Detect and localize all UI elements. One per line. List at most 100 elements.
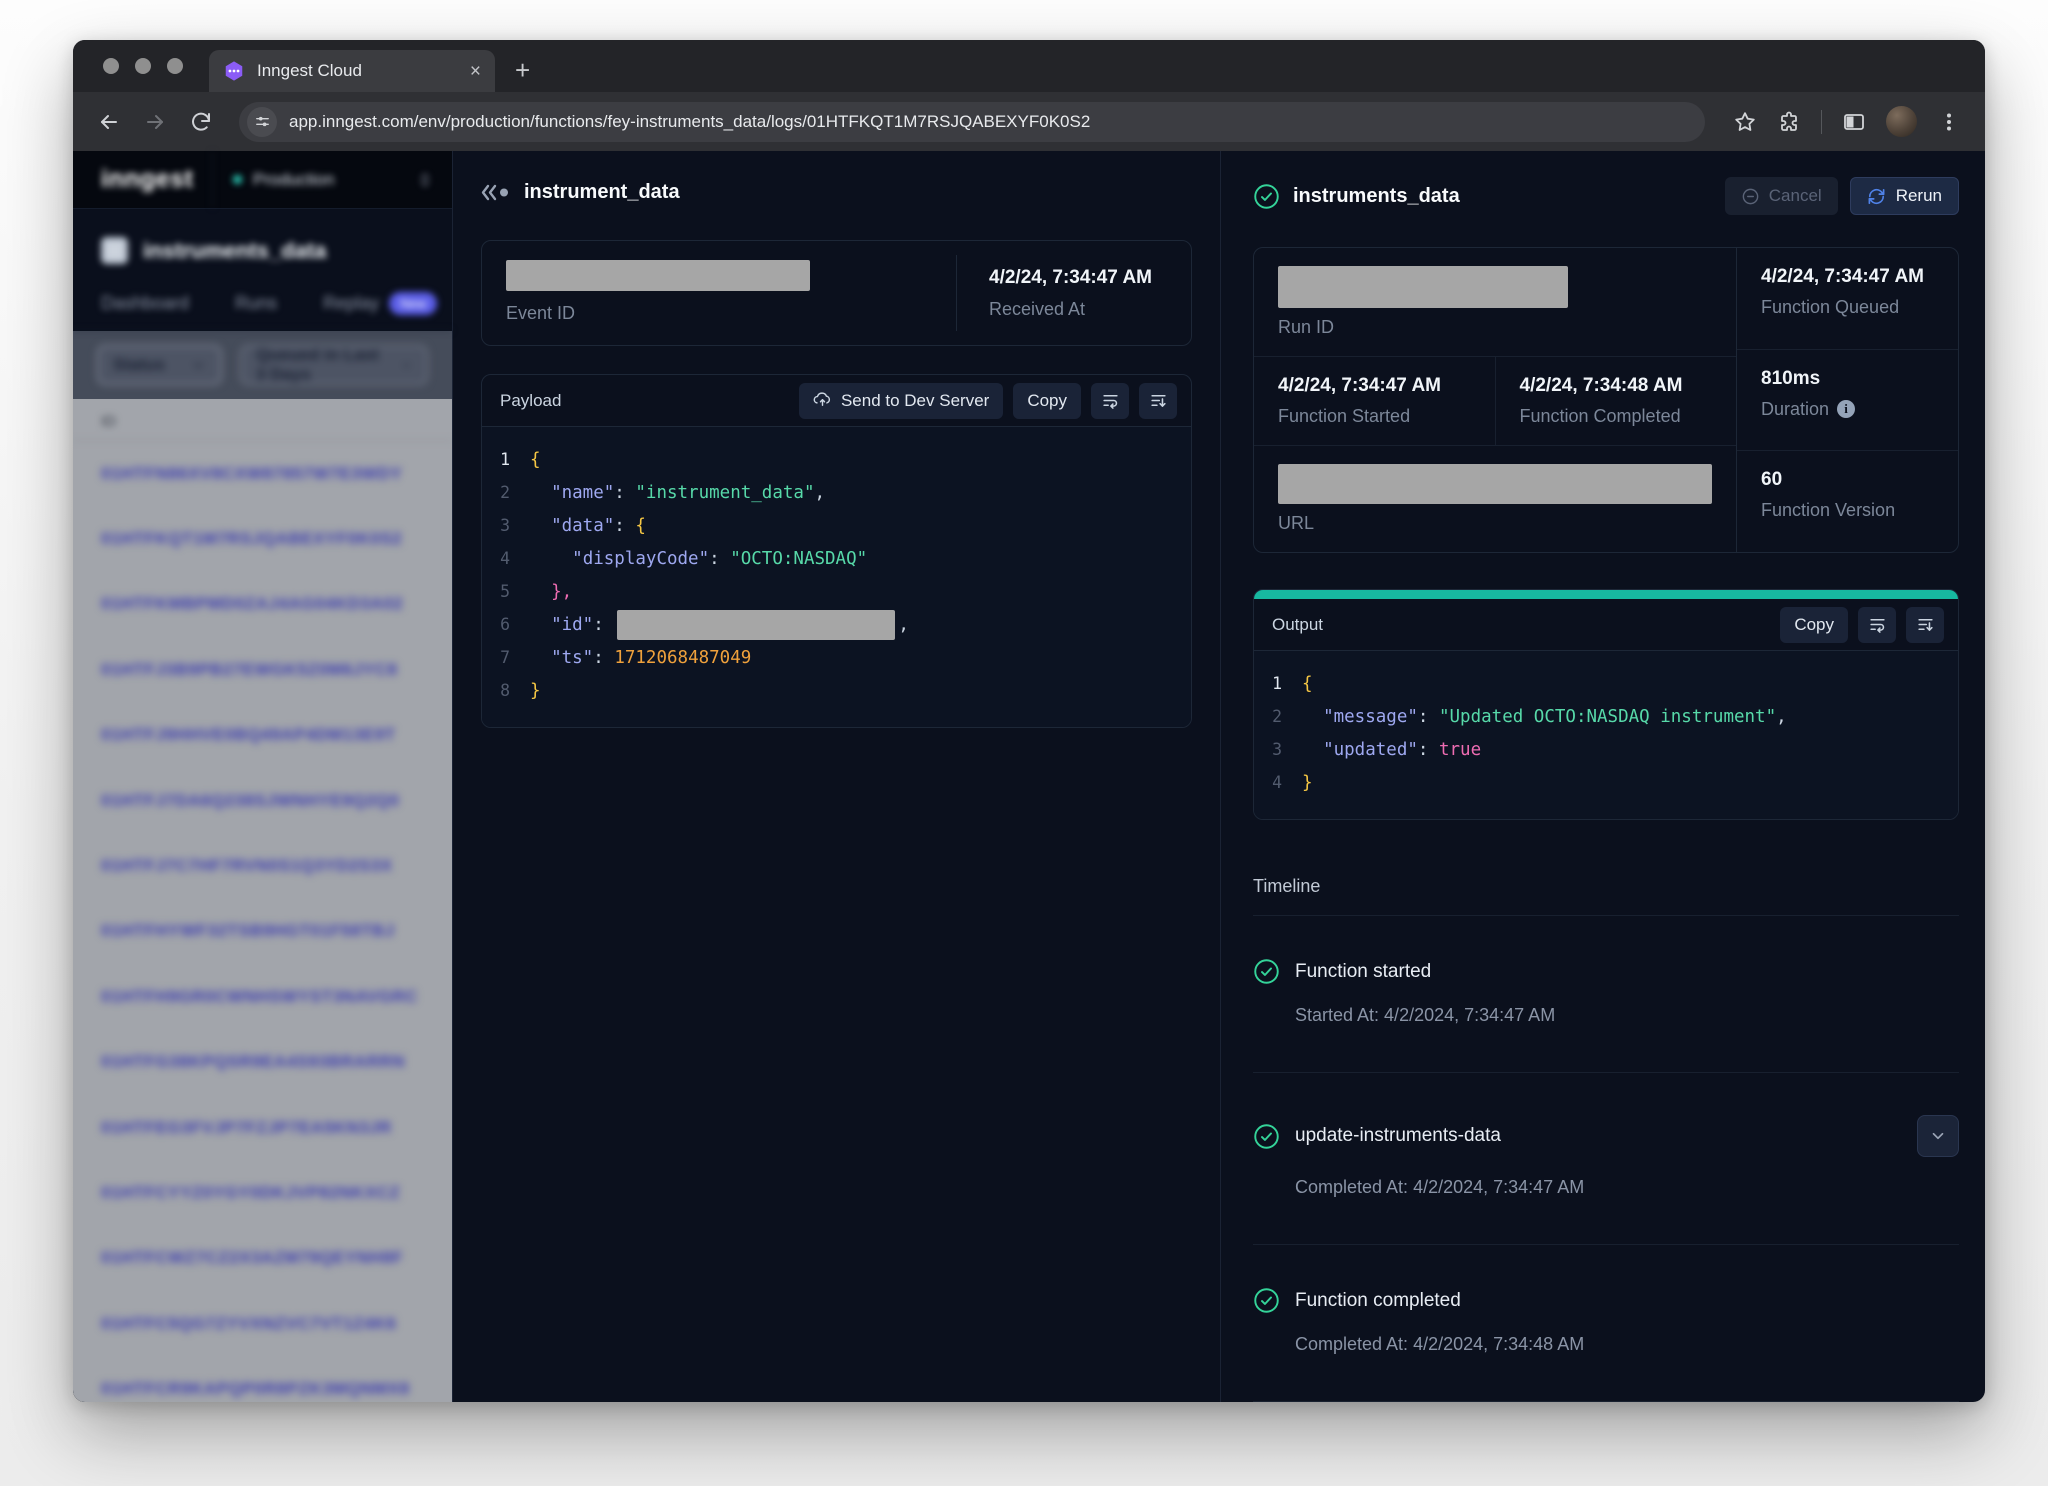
success-check-circle-icon [1253,1287,1280,1314]
run-list-item[interactable]: 01HTFCWZ7CZ2X3AZM79QEYNH8F [73,1226,452,1291]
event-title: instrument_data [524,181,680,204]
line-content: { [530,450,541,470]
line-number: 1 [482,450,530,469]
payload-card: Payload Send to Dev Server Copy 1 [481,374,1192,728]
inngest-favicon [223,60,245,82]
payload-copy-button[interactable]: Copy [1013,383,1081,419]
code-line: 3 "updated": true [1254,733,1958,766]
function-tab[interactable]: Dashboard [101,292,189,330]
function-completed-cell: 4/2/24, 7:34:48 AM Function Completed [1495,357,1737,445]
address-bar[interactable]: app.inngest.com/env/production/functions… [239,102,1705,142]
line-number: 2 [1254,707,1302,726]
run-list-item[interactable]: 01HTFN86XV8CXW87857W7E3WDY [73,441,452,506]
code-line: 3 "data": { [482,509,1191,542]
run-panel: instruments_data Cancel Rerun [1221,151,1985,1402]
profile-avatar[interactable] [1886,106,1917,137]
minimize-window-button[interactable] [135,58,151,74]
function-tabs: Dashboard Runs Replay New [73,292,452,331]
line-content: "displayCode": "OCTO:NASDAQ" [530,549,867,569]
run-list-item[interactable]: 01HTFJ7C7HF7RVN0S1Q3YD2S3X [73,833,452,898]
close-window-button[interactable] [103,58,119,74]
timeline-item: Function started Started At: 4/2/2024, 7… [1253,916,1959,1073]
url-cell: URL [1254,445,1736,552]
function-name: instruments_data [143,238,326,264]
function-queued-label: Function Queued [1761,297,1934,318]
line-content: "name": "instrument_data", [530,483,825,503]
reload-button[interactable] [181,102,221,142]
line-content: "updated": true [1302,740,1481,760]
environment-selector[interactable]: Production [213,151,452,208]
run-list-item[interactable]: 01HTFCYYZ0YGY0DKJVP82NKXCZ [73,1160,452,1225]
forward-button[interactable] [135,102,175,142]
timeline-item-title: Function started [1295,961,1431,983]
traffic-lights[interactable] [73,40,209,92]
timeline-item-timestamp: Started At: 4/2/2024, 7:34:47 AM [1295,1005,1959,1026]
run-list-item[interactable]: 01HTFKQT1M7RSJQABEXYF0K0S2 [73,506,452,571]
bookmark-star-icon[interactable] [1733,110,1757,134]
word-wrap-button[interactable] [1091,383,1129,419]
timeline-item-title: update-instruments-data [1295,1125,1501,1147]
run-list-item[interactable]: 01HTFJ3B9PB27EWGK5Z0M6JYC8 [73,637,452,702]
run-list-item[interactable]: 01HTFJ9HHVE0BQ49AP4DM13E9T [73,703,452,768]
send-to-dev-server-button[interactable]: Send to Dev Server [799,383,1003,419]
function-version-cell: 60 Function Version [1737,450,1958,552]
run-list-item[interactable]: 01HTFH9GR0CWNHSWYST3NAVGRC [73,964,452,1029]
expand-lines-button[interactable] [1906,607,1944,643]
word-wrap-button[interactable] [1858,607,1896,643]
scroll-to-bottom-icon [1916,615,1935,634]
status-filter-dropdown[interactable]: Status [97,345,222,385]
side-panel-icon[interactable] [1842,110,1866,134]
run-list-item[interactable]: 01HTFC5QG7ZYVXNZVC7VT1Z4K6 [73,1291,452,1356]
line-number: 3 [1254,740,1302,759]
back-button[interactable] [89,102,129,142]
run-list-item[interactable]: 01HTFKMBPMD0ZAJ4AG04KD3A02 [73,572,452,637]
line-content: "ts": 1712068487049 [530,648,751,668]
event-id-label: Event ID [506,303,932,324]
event-header: instrument_data [481,181,1192,204]
rerun-button[interactable]: Rerun [1850,177,1959,215]
zoom-window-button[interactable] [167,58,183,74]
cancel-button[interactable]: Cancel [1725,177,1838,215]
line-number: 1 [1254,674,1302,693]
run-list-item[interactable]: 01HTFEG3FVJP7FZJP7EA5KN3JR [73,1095,452,1160]
function-tab[interactable]: Replay New [323,292,437,330]
expand-lines-button[interactable] [1139,383,1177,419]
extensions-puzzle-icon[interactable] [1777,110,1801,134]
output-copy-button[interactable]: Copy [1780,607,1848,643]
run-list-item[interactable]: 01HTFG38KPQSR9EA4S93BRARRN [73,1030,452,1095]
function-completed-value: 4/2/24, 7:34:48 AM [1520,375,1713,397]
url-label: URL [1278,513,1712,534]
info-icon[interactable]: i [1837,400,1855,418]
browser-menu-kebab-icon[interactable] [1937,110,1961,134]
run-list-item[interactable]: 01HTFHYWF32TSB9HGT01F58TBJ [73,899,452,964]
timeline-item-timestamp: Completed At: 4/2/2024, 7:34:47 AM [1295,1177,1959,1198]
run-list-item[interactable]: 01HTFJ7DA6Q238SJWNHYE9Q2Q0 [73,768,452,833]
code-line: 2 "message": "Updated OCTO:NASDAQ instru… [1254,700,1958,733]
run-times-row: 4/2/24, 7:34:47 AM Function Started 4/2/… [1254,356,1736,445]
cloud-upload-icon [813,391,832,410]
close-tab-icon[interactable]: × [470,62,481,81]
app-content: inngest Production instruments_data Dash… [73,151,1985,1402]
expand-step-button[interactable] [1917,1115,1959,1157]
timeline-item: update-instruments-data Completed At: 4/… [1253,1073,1959,1245]
browser-tab[interactable]: Inngest Cloud × [209,50,495,92]
line-number: 5 [482,582,530,601]
scroll-to-bottom-icon [1149,391,1168,410]
code-line: 2 "name": "instrument_data", [482,476,1191,509]
function-tab[interactable]: Runs [235,292,277,330]
received-at-cell: 4/2/24, 7:34:47 AM Received At [957,241,1191,345]
chevron-up-down-icon [416,171,434,189]
time-range-filter-dropdown[interactable]: Queued in Last 3 Days [240,345,428,385]
run-header: instruments_data Cancel Rerun [1253,177,1959,215]
function-icon [101,237,128,264]
new-tab-button[interactable]: + [515,55,530,86]
site-settings-icon[interactable] [247,107,277,137]
code-line: 4 "displayCode": "OCTO:NASDAQ" [482,542,1191,575]
function-started-label: Function Started [1278,406,1471,427]
code-line: 1 { [482,443,1191,476]
timeline-item-timestamp: Completed At: 4/2/2024, 7:34:48 AM [1295,1334,1959,1355]
function-version-label: Function Version [1761,500,1934,521]
run-list-item[interactable]: 01HTFCR9KAPQP0R8PZK3MQNMX8 [73,1356,452,1402]
function-version-value: 60 [1761,469,1934,491]
environment-status-dot [233,175,242,184]
